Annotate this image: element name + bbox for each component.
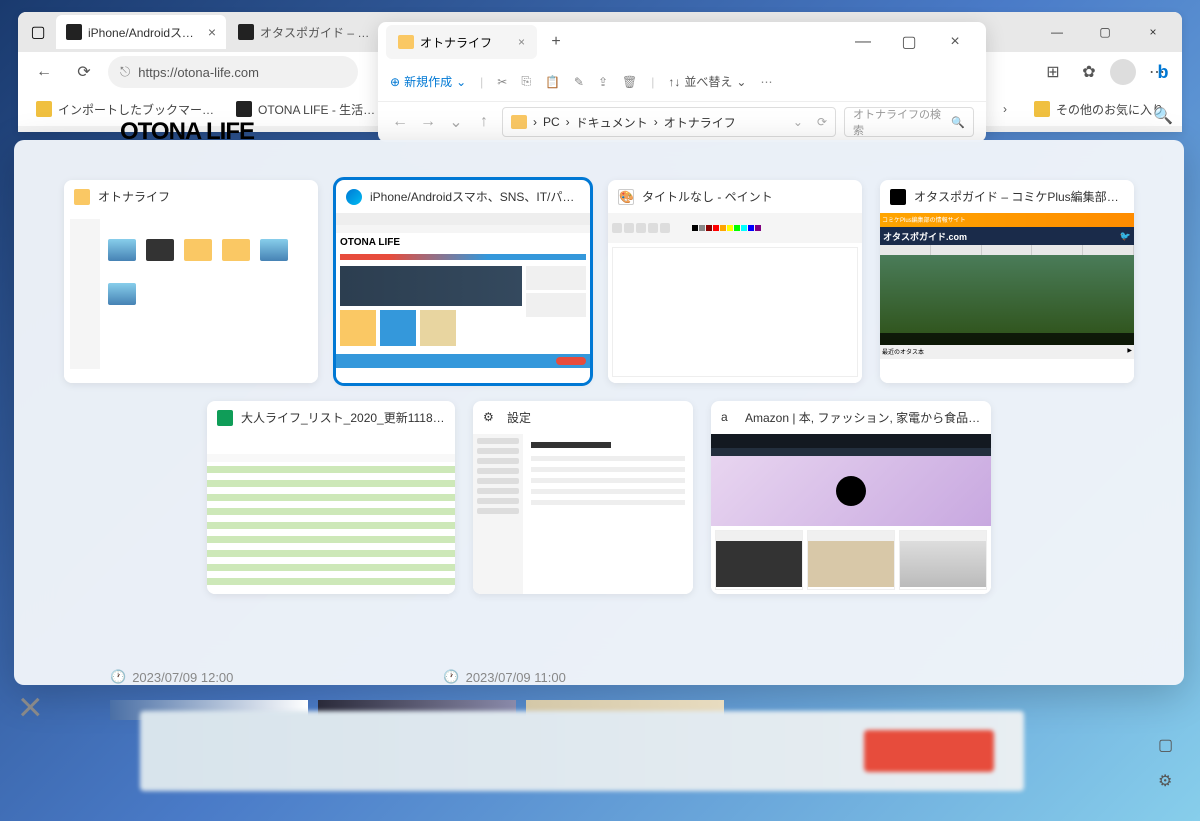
- folder-icon: [398, 35, 414, 49]
- thumbnail-row-1: オトナライフ iPhone/Androidスマホ、SNS、IT/パソコン、メ…: [64, 180, 1134, 383]
- close-button[interactable]: ×: [1130, 17, 1176, 47]
- chevron-down-icon[interactable]: ⌄: [793, 115, 803, 129]
- explorer-tab[interactable]: オトナライフ ×: [386, 25, 537, 59]
- cut-icon[interactable]: ✂: [497, 75, 507, 89]
- sort-icon: ↑↓: [668, 75, 680, 89]
- window-thumbnail-settings[interactable]: ⚙ 設定: [473, 401, 693, 594]
- split-screen-icon[interactable]: ▢: [1158, 735, 1178, 755]
- clock-icon: 🕐: [443, 669, 459, 685]
- paint-icon: 🎨: [618, 189, 634, 205]
- window-thumbnail-paint[interactable]: 🎨 タイトルなし - ペイント: [608, 180, 862, 383]
- article-timestamps: 🕐2023/07/09 12:00 🕐2023/07/09 11:00: [110, 669, 566, 685]
- close-button[interactable]: ×: [932, 27, 978, 57]
- folder-icon: [1034, 101, 1050, 117]
- close-icon[interactable]: ×: [518, 35, 525, 49]
- minimize-button[interactable]: —: [840, 27, 886, 57]
- refresh-icon[interactable]: ⟳: [817, 115, 827, 129]
- url-text: https://otona-life.com: [138, 65, 259, 80]
- new-button[interactable]: ⊕ 新規作成 ⌄: [390, 73, 466, 90]
- collections-icon[interactable]: ✿: [1074, 57, 1104, 87]
- thumbnail-preview: OTONA LIFE: [336, 213, 590, 383]
- thumbnail-preview: [608, 213, 862, 383]
- bing-icon[interactable]: b: [1151, 60, 1175, 84]
- search-input[interactable]: オトナライフの検索 🔍: [844, 107, 974, 137]
- delete-icon[interactable]: 🗑: [622, 75, 637, 89]
- thumbnail-preview: [473, 434, 693, 594]
- explorer-window: オトナライフ × + — ▢ × ⊕ 新規作成 ⌄ | ✂ ⎘ 📋 ✎ ⇪ 🗑 …: [378, 22, 986, 142]
- window-controls: — ▢ ×: [840, 27, 978, 57]
- browser-tab-0[interactable]: iPhone/Androidスマ… ×: [56, 15, 226, 49]
- breadcrumb[interactable]: › PC › ドキュメント › オトナライフ ⌄ ⟳: [502, 107, 836, 137]
- twitter-icon: 🐦: [1120, 231, 1131, 242]
- lock-icon: ⎋: [120, 64, 130, 80]
- close-icon[interactable]: ×: [208, 24, 216, 40]
- ad-banner[interactable]: [140, 711, 1024, 791]
- window-thumbnail-edge-otona[interactable]: iPhone/Androidスマホ、SNS、IT/パソコン、メ… OTONA L…: [336, 180, 590, 383]
- search-icon: 🔍: [951, 116, 965, 129]
- back-button[interactable]: ←: [28, 56, 60, 88]
- window-thumbnail-amazon[interactable]: a Amazon | 本, ファッション, 家電から食品まで | アマゾン: [711, 401, 991, 594]
- explorer-toolbar: ⊕ 新規作成 ⌄ | ✂ ⎘ 📋 ✎ ⇪ 🗑 | ↑↓ 並べ替え ⌄ ⋯: [378, 62, 986, 102]
- new-tab-button[interactable]: +: [541, 27, 571, 57]
- plus-icon: ⊕: [390, 75, 400, 89]
- thumbnail-preview: [64, 213, 318, 383]
- close-icon[interactable]: ×: [18, 683, 43, 731]
- copy-icon[interactable]: ⎘: [521, 74, 531, 89]
- sidebar-bottom-controls: ▢ ⚙: [1158, 735, 1178, 791]
- explorer-tab-strip: オトナライフ × + — ▢ ×: [378, 22, 986, 62]
- chevron-right-icon: ›: [533, 115, 537, 129]
- ad-cta-button[interactable]: [864, 730, 994, 772]
- edge-icon: [346, 189, 362, 205]
- tab-favicon: [238, 24, 254, 40]
- tab-favicon: [66, 24, 82, 40]
- window-controls: — ▢ ×: [1034, 17, 1176, 47]
- thumbnail-row-2: 大人ライフ_リスト_2020_更新1118 - Google… ⚙ 設定: [64, 401, 1134, 594]
- maximize-button[interactable]: ▢: [886, 27, 932, 57]
- search-icon[interactable]: 🔍: [1151, 104, 1175, 128]
- window-thumbnail-sheets[interactable]: 大人ライフ_リスト_2020_更新1118 - Google…: [207, 401, 455, 594]
- more-icon[interactable]: ⋯: [760, 75, 772, 89]
- folder-icon: [511, 115, 527, 129]
- chevron-right-icon: ›: [654, 115, 658, 129]
- sort-button[interactable]: ↑↓ 並べ替え ⌄: [668, 73, 746, 90]
- chevron-right-icon: ›: [566, 115, 570, 129]
- paste-icon[interactable]: 📋: [545, 75, 560, 89]
- profile-avatar[interactable]: [1110, 59, 1136, 85]
- explorer-nav: ← → ⌄ ↑ › PC › ドキュメント › オトナライフ ⌄ ⟳ オトナライ…: [378, 102, 986, 142]
- thumbnail-preview: [207, 434, 455, 594]
- tab-actions-button[interactable]: ▢: [24, 18, 52, 46]
- back-button[interactable]: ←: [390, 113, 410, 131]
- sheets-icon: [217, 410, 233, 426]
- up-button[interactable]: ↑: [474, 113, 494, 131]
- address-bar[interactable]: ⎋ https://otona-life.com: [108, 56, 358, 88]
- tab-label: iPhone/Androidスマ…: [88, 24, 202, 41]
- share-icon[interactable]: ⇪: [598, 75, 608, 89]
- gear-icon[interactable]: ⚙: [1158, 771, 1178, 791]
- browser-tab-1[interactable]: オタスポガイド – コミケ… ×: [228, 15, 398, 49]
- gear-icon: ⚙: [483, 410, 499, 426]
- maximize-button[interactable]: ▢: [1082, 17, 1128, 47]
- clock-icon: 🕐: [110, 669, 126, 685]
- thumbnail-preview: コミケPlus編集部の情報サイト オタスポガイド.com 🐦 最近のオタス本 ▶: [880, 213, 1134, 383]
- bookmarks-overflow-icon[interactable]: ›: [990, 94, 1020, 124]
- rename-icon[interactable]: ✎: [574, 75, 584, 89]
- folder-icon: [36, 101, 52, 117]
- site-icon: [890, 189, 906, 205]
- minimize-button[interactable]: —: [1034, 17, 1080, 47]
- alt-tab-switcher: オトナライフ iPhone/Androidスマホ、SNS、IT/パソコン、メ…: [14, 140, 1184, 685]
- site-icon: [236, 101, 252, 117]
- forward-button[interactable]: →: [418, 113, 438, 131]
- chevron-down-icon: ⌄: [736, 75, 746, 89]
- extensions-icon[interactable]: ⊞: [1038, 57, 1068, 87]
- amazon-icon: a: [721, 410, 737, 426]
- window-thumbnail-otaspo[interactable]: オタスポガイド – コミケPlus編集部の情報サイト コミケPlus編集部の情報…: [880, 180, 1134, 383]
- chevron-down-icon: ⌄: [456, 75, 466, 89]
- folder-icon: [74, 189, 90, 205]
- tab-label: オタスポガイド – コミケ…: [260, 24, 374, 41]
- refresh-button[interactable]: ⟳: [68, 56, 100, 88]
- window-thumbnail-explorer[interactable]: オトナライフ: [64, 180, 318, 383]
- chevron-down-icon[interactable]: ⌄: [446, 112, 466, 132]
- thumbnail-preview: [711, 434, 991, 594]
